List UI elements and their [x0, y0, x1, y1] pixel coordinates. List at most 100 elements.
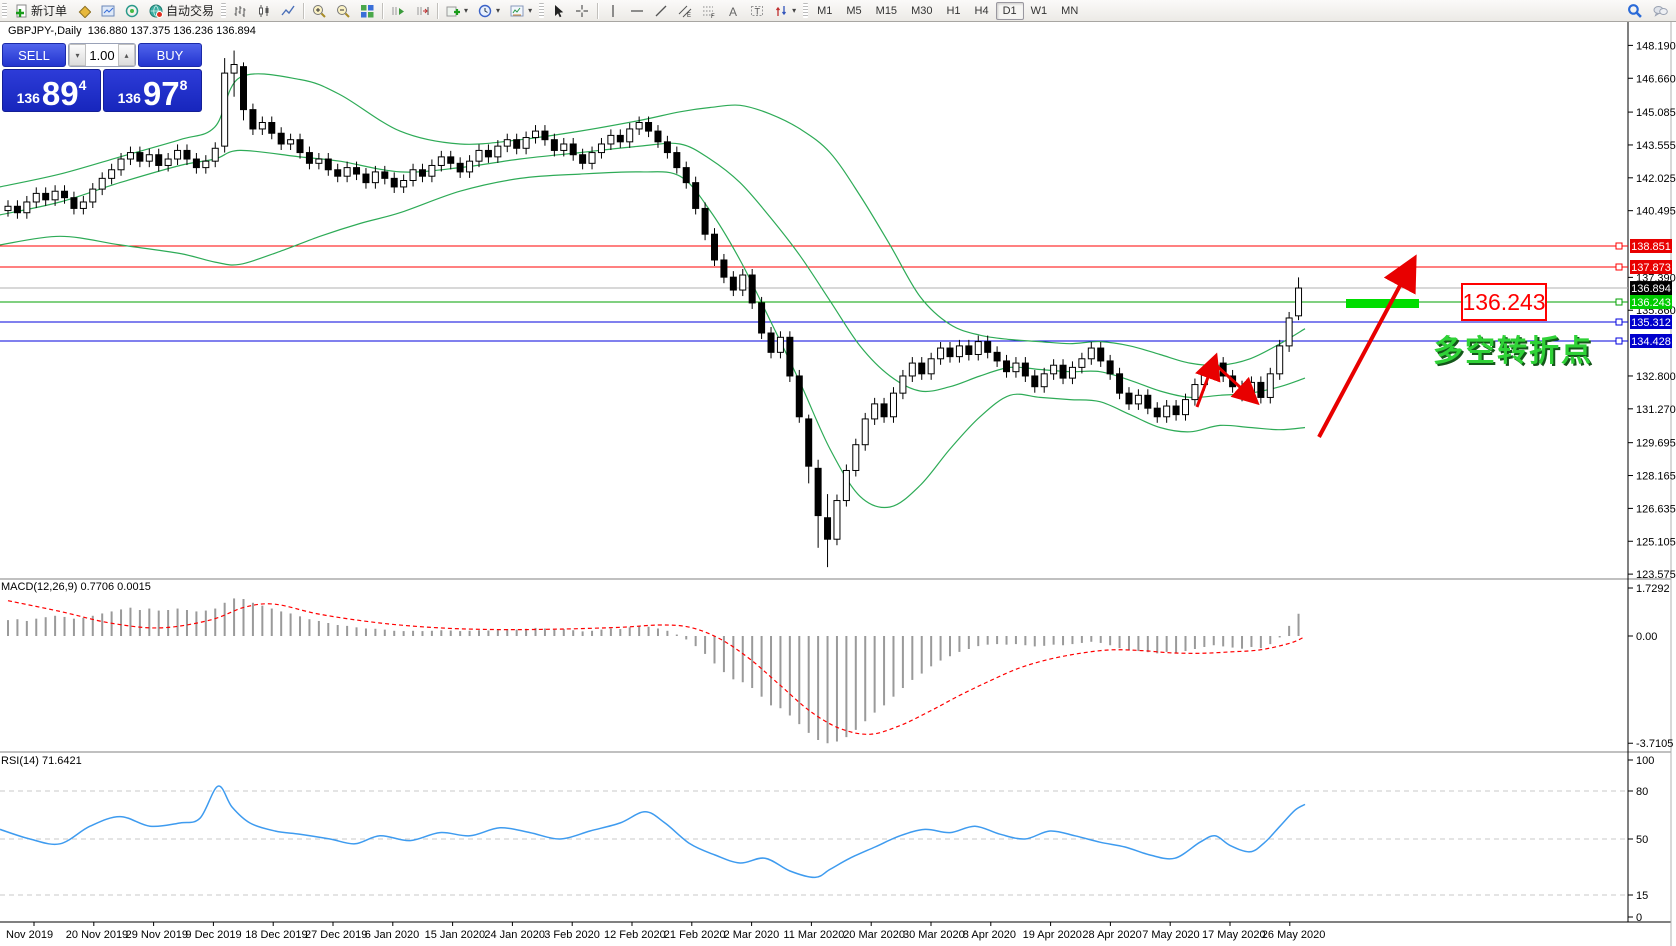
candle-body	[98, 177, 106, 190]
candle-body	[692, 182, 700, 209]
price-annotation-box[interactable]: 136.243	[1461, 283, 1547, 321]
candle-body	[1012, 362, 1020, 373]
timeframe-button-h4[interactable]: H4	[968, 2, 996, 20]
volume-up-button[interactable]: ▴	[118, 44, 135, 66]
shiftend-button[interactable]	[410, 0, 434, 22]
turning-point-annotation[interactable]: 多空转折点	[1433, 326, 1593, 370]
level-marker[interactable]	[1615, 242, 1623, 250]
candle-body	[381, 171, 389, 179]
channel-button[interactable]: E	[673, 0, 697, 22]
autoscroll-button[interactable]	[386, 0, 410, 22]
level-marker[interactable]	[1615, 337, 1623, 345]
search-icon[interactable]	[1627, 3, 1642, 18]
date-label: 27 Dec 2019	[305, 929, 367, 941]
candle-body	[758, 302, 766, 334]
template-button[interactable]: ▾	[505, 0, 537, 22]
date-label: 21 Feb 2020	[664, 929, 726, 941]
zoomin-button[interactable]	[307, 0, 331, 22]
sell-button[interactable]: SELL	[2, 43, 66, 67]
date-label: 8 Apr 2020	[963, 929, 1016, 941]
date-label: 12 Feb 2020	[604, 929, 666, 941]
textT-button[interactable]: T	[745, 0, 769, 22]
candle-body	[296, 139, 304, 154]
autotrade-icon	[149, 4, 164, 18]
main-toolbar: 新订单 自动交易 ▾ ▾ ▾ E F A T ▾ M1 M5 M15 M30 H1 H4 D1 W1 MN	[0, 0, 1676, 22]
sell-price-pip: 4	[78, 77, 87, 93]
chart-canvas[interactable]: 148.190 146.660 145.085 143.555 142.025 140.4…	[0, 0, 1676, 946]
autotrade-button[interactable]: 自动交易	[144, 0, 219, 22]
rsi-line	[0, 785, 1306, 879]
timeframe-button-m15[interactable]: M15	[869, 2, 904, 20]
trendline-button[interactable]	[649, 0, 673, 22]
signal-button[interactable]	[120, 0, 144, 22]
hline-button[interactable]	[625, 0, 649, 22]
price-badge-text: 134.428	[1631, 336, 1671, 348]
candle-body	[400, 180, 408, 188]
zigzag-arrow[interactable]	[1195, 352, 1221, 408]
candle-body	[108, 169, 116, 179]
green-highlight-bar[interactable]	[1346, 299, 1419, 308]
timeframe-button-h1[interactable]: H1	[939, 2, 967, 20]
buy-price-base: 136	[117, 90, 141, 106]
level-marker[interactable]	[1615, 263, 1623, 271]
buy-price-panel[interactable]: 136 97 8	[103, 69, 202, 112]
timeframe-button-w1[interactable]: W1	[1024, 2, 1055, 20]
candle-body	[211, 147, 219, 162]
candle-body	[701, 207, 709, 235]
candle-body	[833, 500, 841, 540]
new-order-button[interactable]: 新订单	[9, 0, 72, 22]
candle-body	[663, 141, 671, 154]
arrows-icon	[776, 5, 787, 16]
level-marker[interactable]	[1615, 318, 1623, 326]
candle-body	[456, 162, 464, 173]
price-badge-text: 136.894	[1631, 283, 1671, 295]
fibo-button[interactable]: F	[697, 0, 721, 22]
candle-body	[880, 403, 888, 418]
tile-button[interactable]	[355, 0, 379, 22]
trend-arrow[interactable]	[1317, 254, 1417, 438]
timeframe-button-m5[interactable]: M5	[839, 2, 868, 20]
level-marker[interactable]	[1615, 298, 1623, 306]
cursor-button[interactable]	[546, 0, 570, 22]
macd-scale-label: 1.7292	[1636, 583, 1670, 595]
bars-button[interactable]	[228, 0, 252, 22]
macd-scale-label: -3.7105	[1636, 738, 1673, 750]
indicators-button[interactable]: ▾	[441, 0, 473, 22]
timeframe-button-d1[interactable]: D1	[995, 1, 1024, 20]
timeframe-button-m1[interactable]: M1	[810, 2, 839, 20]
candle-body	[560, 143, 568, 151]
candle-body	[418, 169, 426, 177]
candle-body	[164, 158, 172, 166]
crosshair-button[interactable]	[570, 0, 594, 22]
candle-body	[889, 392, 897, 418]
zoomout-button[interactable]	[331, 0, 355, 22]
axis-tick-label: 146.660	[1636, 73, 1676, 85]
timeframe-button-m30[interactable]: M30	[904, 2, 939, 20]
candle-body	[1068, 366, 1076, 379]
buy-button[interactable]: BUY	[138, 43, 202, 67]
candles-button[interactable]	[252, 0, 276, 22]
mt4-window: { "toolbar": { "new_order_label": "新订单",…	[0, 0, 1676, 946]
volume-input[interactable]: 1.00	[86, 44, 118, 66]
toolbar-grip	[2, 3, 7, 18]
candle-body	[673, 152, 681, 169]
axis-tick-label: 126.635	[1636, 503, 1676, 515]
vline-button[interactable]	[601, 0, 625, 22]
periods-button[interactable]: ▾	[473, 0, 505, 22]
volume-down-button[interactable]: ▾	[69, 44, 86, 66]
charts-button[interactable]	[96, 0, 120, 22]
candle-body	[437, 156, 445, 166]
cube-button[interactable]	[72, 0, 96, 22]
chart-title: GBPJPY-,Daily 136.880 137.375 136.236 13…	[8, 25, 256, 37]
textA-button[interactable]: A	[721, 0, 745, 22]
toolbar-grip	[221, 3, 227, 18]
sell-price-panel[interactable]: 136 89 4	[2, 69, 101, 112]
linechart-button[interactable]	[276, 0, 300, 22]
axis-tick-label: 128.165	[1636, 471, 1676, 483]
community-chat-icon[interactable]	[1652, 4, 1668, 18]
arrows-button[interactable]: ▾	[769, 0, 801, 22]
candle-body	[362, 173, 370, 184]
buy-price-main: 97	[142, 74, 180, 112]
candle-body	[711, 233, 718, 261]
timeframe-button-mn[interactable]: MN	[1054, 2, 1085, 20]
